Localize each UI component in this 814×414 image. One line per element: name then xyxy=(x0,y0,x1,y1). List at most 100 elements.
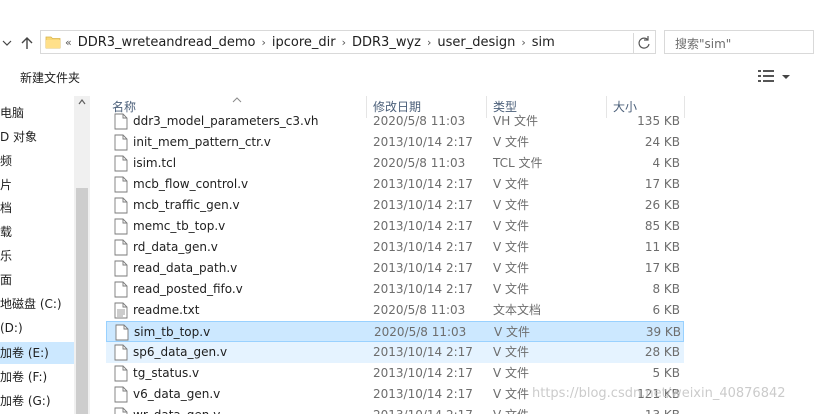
file-name: memc_tb_top.v xyxy=(133,219,226,233)
new-folder-button[interactable]: 新建文件夹 xyxy=(20,69,80,86)
nav-item[interactable]: 加卷 (G:) xyxy=(0,390,74,412)
file-size: 8 KB xyxy=(652,282,680,296)
address-row: « DDR3_wreteandread_demo › ipcore_dir › … xyxy=(0,26,814,58)
file-name: readme.txt xyxy=(133,303,200,317)
file-row[interactable]: rd_data_gen.v 2013/10/14 2:17 V 文件 11 KB xyxy=(106,237,684,258)
file-name: sp6_data_gen.v xyxy=(133,345,228,359)
nav-item[interactable]: 载 xyxy=(0,221,74,243)
sort-ascending-icon xyxy=(232,97,242,103)
file-size: 135 KB xyxy=(637,114,680,128)
breadcrumb-overflow[interactable]: « xyxy=(65,36,72,49)
nav-item[interactable]: 面 xyxy=(0,269,74,291)
file-row[interactable]: tg_status.v 2013/10/14 2:17 V 文件 5 KB xyxy=(106,363,684,384)
nav-item[interactable]: 频 xyxy=(0,150,74,172)
file-type: V 文件 xyxy=(493,345,530,359)
file-icon xyxy=(114,197,128,214)
file-date: 2013/10/14 2:17 xyxy=(373,282,473,296)
refresh-button[interactable] xyxy=(633,33,653,53)
chevron-right-icon[interactable]: › xyxy=(342,36,346,49)
recent-locations-icon[interactable] xyxy=(0,36,14,50)
breadcrumb-item[interactable]: DDR3_wreteandread_demo xyxy=(78,35,256,50)
file-icon xyxy=(114,260,128,277)
file-row[interactable]: sim_tb_top.v 2020/5/8 11:03 V 文件 39 KB xyxy=(106,321,684,342)
nav-item[interactable]: 档 xyxy=(0,197,74,219)
column-divider[interactable] xyxy=(684,96,685,118)
refresh-icon xyxy=(638,36,650,49)
file-row[interactable]: mcb_flow_control.v 2013/10/14 2:17 V 文件 17 … xyxy=(106,174,684,195)
file-date: 2013/10/14 2:17 xyxy=(373,240,473,254)
file-name: wr_data_gen.v xyxy=(133,405,220,414)
file-name: isim.tcl xyxy=(133,156,177,170)
watermark: https://blog.csdn.net/weixin_40876842 xyxy=(532,386,786,401)
file-type: V 文件 xyxy=(493,219,530,233)
file-size: 39 KB xyxy=(645,325,681,339)
file-date: 2013/10/14 2:17 xyxy=(373,261,473,275)
file-size: 24 KB xyxy=(644,135,680,149)
file-icon xyxy=(114,155,128,172)
file-row[interactable]: readme.txt 2020/5/8 11:03 文本文档 6 KB xyxy=(106,300,684,321)
nav-scrollbar[interactable] xyxy=(74,96,90,414)
file-row[interactable]: sp6_data_gen.v 2013/10/14 2:17 V 文件 28 KB xyxy=(106,342,684,363)
file-date: 2020/5/8 11:03 xyxy=(373,303,466,317)
chevron-right-icon[interactable]: › xyxy=(521,36,525,49)
nav-item[interactable]: 电脑 xyxy=(0,102,74,124)
file-type: V 文件 xyxy=(493,135,530,149)
search-placeholder: 搜索"sim" xyxy=(675,37,732,51)
file-date: 2013/10/14 2:17 xyxy=(373,135,473,149)
file-icon xyxy=(114,386,128,403)
details-view-icon[interactable] xyxy=(757,69,775,83)
nav-item[interactable]: (D:) xyxy=(0,317,74,339)
file-row[interactable]: wr_data_gen.v 2013/10/14 2:17 V 文件 13 KB xyxy=(106,405,684,414)
file-icon xyxy=(114,365,128,382)
file-row[interactable]: memc_tb_top.v 2013/10/14 2:17 V 文件 85 KB xyxy=(106,216,684,237)
breadcrumb-item[interactable]: ipcore_dir xyxy=(272,35,336,50)
file-type: V 文件 xyxy=(493,240,530,254)
file-name: mcb_traffic_gen.v xyxy=(133,198,240,212)
view-dropdown-icon[interactable] xyxy=(781,73,791,81)
file-icon xyxy=(114,281,128,298)
file-date: 2020/5/8 11:03 xyxy=(374,325,467,339)
file-icon xyxy=(114,134,128,151)
file-size: 6 KB xyxy=(652,303,680,317)
toolbar: 新建文件夹 xyxy=(0,60,814,92)
file-date: 2020/5/8 11:03 xyxy=(373,156,466,170)
nav-item[interactable]: 加卷 (F:) xyxy=(0,366,74,388)
navigation-pane: 电脑 D 对象 频 片 档 载 乐 面 地磁盘 (C:) (D:) 加卷 (E:… xyxy=(0,96,92,414)
address-bar[interactable]: « DDR3_wreteandread_demo › ipcore_dir › … xyxy=(40,30,656,54)
scroll-up-icon[interactable] xyxy=(78,98,86,106)
file-icon xyxy=(114,113,128,130)
file-size: 4 KB xyxy=(652,156,680,170)
file-icon xyxy=(114,407,128,414)
file-list: 名称 修改日期 类型 大小 ddr3_model_parameters_c3.v… xyxy=(104,96,814,414)
nav-item[interactable]: 片 xyxy=(0,174,74,196)
file-row[interactable]: isim.tcl 2020/5/8 11:03 TCL 文件 4 KB xyxy=(106,153,684,174)
nav-item[interactable]: 地磁盘 (C:) xyxy=(0,293,74,315)
chevron-right-icon[interactable]: › xyxy=(261,36,265,49)
file-row[interactable]: read_data_path.v 2013/10/14 2:17 V 文件 17 KB xyxy=(106,258,684,279)
scrollbar-thumb[interactable] xyxy=(76,188,88,414)
nav-item[interactable]: D 对象 xyxy=(0,126,74,148)
up-arrow-icon[interactable] xyxy=(18,34,36,52)
file-type: V 文件 xyxy=(493,405,529,414)
breadcrumb: « DDR3_wreteandread_demo › ipcore_dir › … xyxy=(65,31,555,53)
file-size: 28 KB xyxy=(644,345,680,359)
file-row[interactable]: read_posted_fifo.v 2013/10/14 2:17 V 文件 8 K… xyxy=(106,279,684,300)
folder-icon xyxy=(45,36,61,49)
file-row[interactable]: ddr3_model_parameters_c3.vh 2020/5/8 11:0… xyxy=(106,111,684,132)
file-size: 5 KB xyxy=(652,366,680,380)
file-row[interactable]: init_mem_pattern_ctr.v 2013/10/14 2:17 V 文… xyxy=(106,132,684,153)
file-date: 2013/10/14 2:17 xyxy=(373,345,473,359)
breadcrumb-item[interactable]: DDR3_wyz xyxy=(352,35,421,50)
file-row[interactable]: mcb_traffic_gen.v 2013/10/14 2:17 V 文件 26 K… xyxy=(106,195,684,216)
search-input[interactable]: 搜索"sim" xyxy=(664,30,814,54)
chevron-right-icon[interactable]: › xyxy=(427,36,431,49)
breadcrumb-item[interactable]: user_design xyxy=(437,35,515,50)
nav-item-selected[interactable]: 加卷 (E:) xyxy=(0,342,74,364)
nav-item[interactable]: 乐 xyxy=(0,245,74,267)
file-size: 11 KB xyxy=(644,240,680,254)
file-name: read_data_path.v xyxy=(133,261,238,275)
file-size: 85 KB xyxy=(644,219,680,233)
file-icon xyxy=(114,302,128,319)
breadcrumb-item[interactable]: sim xyxy=(532,35,555,50)
file-icon xyxy=(114,239,128,256)
